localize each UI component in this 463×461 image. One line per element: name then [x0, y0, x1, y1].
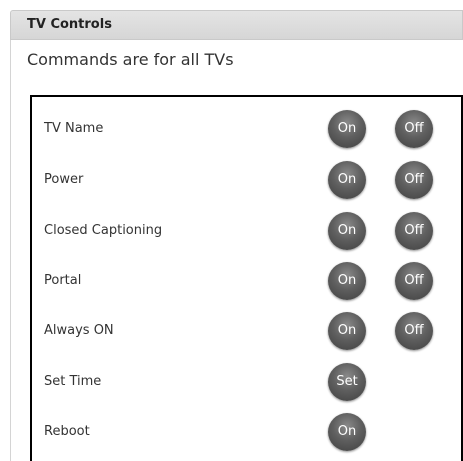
portal-on-button[interactable]: On: [328, 262, 366, 300]
row-power: Power On Off: [32, 157, 461, 203]
tv-name-off-button[interactable]: Off: [395, 110, 433, 148]
row-portal: Portal On Off: [32, 258, 461, 304]
power-off-button[interactable]: Off: [395, 161, 433, 199]
portal-off-button[interactable]: Off: [395, 262, 433, 300]
row-reboot: Reboot On: [32, 409, 461, 455]
reboot-on-button[interactable]: On: [328, 413, 366, 451]
controls-box: TV Name On Off Power On Off Closed Capti…: [30, 95, 463, 461]
always-on-off-button[interactable]: Off: [395, 312, 433, 350]
row-tv-name: TV Name On Off: [32, 106, 461, 152]
set-time-button[interactable]: Set: [328, 363, 366, 401]
row-set-time: Set Time Set: [32, 359, 461, 405]
always-on-on-button[interactable]: On: [328, 312, 366, 350]
row-label: Power: [44, 172, 84, 187]
closed-captioning-on-button[interactable]: On: [328, 212, 366, 250]
panel-subtitle: Commands are for all TVs: [27, 50, 234, 69]
row-closed-captioning: Closed Captioning On Off: [32, 208, 461, 254]
closed-captioning-off-button[interactable]: Off: [395, 212, 433, 250]
tv-controls-page: TV Controls Commands are for all TVs TV …: [0, 0, 463, 461]
row-label: Portal: [44, 273, 82, 288]
power-on-button[interactable]: On: [328, 161, 366, 199]
tv-name-on-button[interactable]: On: [328, 110, 366, 148]
row-label: Closed Captioning: [44, 223, 163, 238]
row-label: Always ON: [44, 323, 114, 338]
panel-title: TV Controls: [10, 10, 463, 40]
panel-border: [10, 40, 11, 461]
row-label: Set Time: [44, 374, 102, 389]
row-label: Reboot: [44, 424, 90, 439]
row-always-on: Always ON On Off: [32, 308, 461, 354]
row-label: TV Name: [44, 121, 104, 136]
